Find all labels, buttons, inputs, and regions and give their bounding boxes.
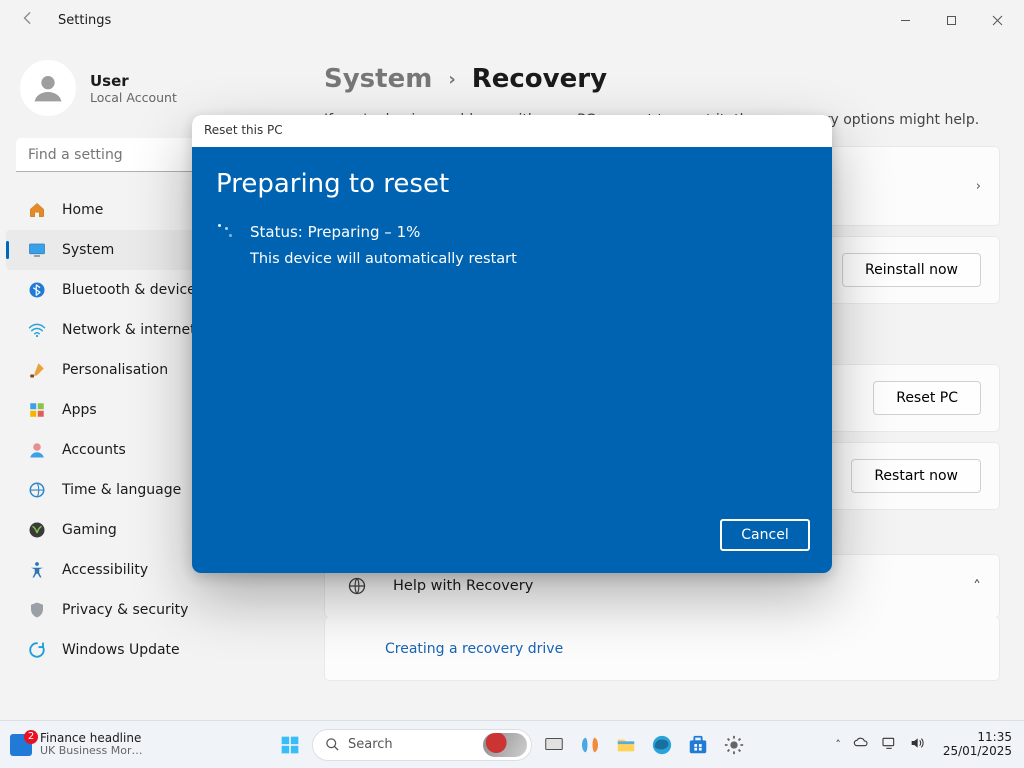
wifi-icon — [28, 321, 46, 339]
clock-date: 25/01/2025 — [943, 745, 1012, 759]
nav-label: Accounts — [62, 442, 126, 458]
modal-titlebar: Reset this PC — [192, 115, 832, 147]
onedrive-icon[interactable] — [853, 735, 869, 755]
nav-label: Network & internet — [62, 322, 196, 338]
reset-pc-button[interactable]: Reset PC — [873, 381, 981, 415]
chevron-up-icon: ˄ — [973, 577, 981, 596]
nav-label: Windows Update — [62, 642, 180, 658]
cancel-button[interactable]: Cancel — [720, 519, 810, 551]
spinner-icon — [216, 223, 234, 241]
modal-sub: This device will automatically restart — [216, 251, 808, 267]
breadcrumb-current: Recovery — [472, 64, 607, 94]
home-icon — [28, 201, 46, 219]
system-icon — [28, 241, 46, 259]
explorer-icon[interactable] — [612, 731, 640, 759]
recovery-drive-link[interactable]: Creating a recovery drive — [385, 641, 563, 657]
tray-overflow-icon[interactable]: ˄ — [835, 738, 841, 751]
shield-icon — [28, 601, 46, 619]
volume-icon[interactable] — [909, 735, 925, 755]
globe-icon — [343, 576, 371, 596]
accessibility-icon — [28, 561, 46, 579]
store-icon[interactable] — [684, 731, 712, 759]
profile-subtitle: Local Account — [90, 90, 177, 105]
restart-now-button[interactable]: Restart now — [851, 459, 981, 493]
edge-icon[interactable] — [648, 731, 676, 759]
news-sub: UK Business Mor… — [40, 745, 143, 757]
taskbar-search-label: Search — [348, 737, 393, 752]
close-button[interactable] — [974, 0, 1020, 40]
globe-clock-icon — [28, 481, 46, 499]
breadcrumb-parent[interactable]: System — [324, 64, 432, 94]
clock-time: 11:35 — [943, 731, 1012, 745]
bluetooth-icon — [28, 281, 46, 299]
nav-label: Personalisation — [62, 362, 168, 378]
chevron-right-icon: › — [976, 179, 981, 194]
minimize-button[interactable] — [882, 0, 928, 40]
nav-label: Accessibility — [62, 562, 148, 578]
titlebar: Settings — [0, 0, 1024, 40]
news-badge: 2 — [24, 730, 38, 744]
breadcrumb: System › Recovery — [324, 64, 1000, 94]
nav-label: Bluetooth & devices — [62, 282, 203, 298]
nav-label: Home — [62, 202, 103, 218]
taskbar-search[interactable]: Search — [312, 729, 532, 761]
brush-icon — [28, 361, 46, 379]
xbox-icon — [28, 521, 46, 539]
nav-label: System — [62, 242, 114, 258]
nav-label: Gaming — [62, 522, 117, 538]
system-tray[interactable]: ˄ 11:35 25/01/2025 — [823, 721, 1024, 768]
reinstall-now-button[interactable]: Reinstall now — [842, 253, 981, 287]
task-view-icon[interactable] — [540, 731, 568, 759]
back-icon[interactable] — [16, 11, 40, 29]
modal-heading: Preparing to reset — [216, 169, 808, 199]
nav-update[interactable]: Windows Update — [6, 630, 294, 670]
taskbar: 2 Finance headline UK Business Mor… Sear… — [0, 720, 1024, 768]
nav-label: Apps — [62, 402, 97, 418]
copilot-icon[interactable] — [576, 731, 604, 759]
window-title: Settings — [58, 13, 111, 28]
update-icon — [28, 641, 46, 659]
settings-taskbar-icon[interactable] — [720, 731, 748, 759]
nav-privacy[interactable]: Privacy & security — [6, 590, 294, 630]
modal-status: Status: Preparing – 1% — [250, 223, 420, 241]
start-button[interactable] — [276, 731, 304, 759]
avatar — [20, 60, 76, 116]
profile-name: User — [90, 72, 177, 90]
window-controls — [882, 0, 1020, 40]
taskbar-news[interactable]: 2 Finance headline UK Business Mor… — [0, 721, 153, 768]
search-highlight-icon — [483, 733, 527, 757]
apps-icon — [28, 401, 46, 419]
reset-modal: Reset this PC Preparing to reset Status:… — [192, 115, 832, 573]
nav-label: Privacy & security — [62, 602, 188, 618]
taskbar-clock[interactable]: 11:35 25/01/2025 — [937, 731, 1012, 759]
news-icon: 2 — [10, 734, 32, 756]
help-link-row: Creating a recovery drive — [324, 617, 1000, 681]
nav-label: Time & language — [62, 482, 181, 498]
person-icon — [28, 441, 46, 459]
network-tray-icon[interactable] — [881, 735, 897, 755]
maximize-button[interactable] — [928, 0, 974, 40]
help-title: Help with Recovery — [393, 578, 973, 594]
chevron-right-icon: › — [448, 69, 455, 90]
